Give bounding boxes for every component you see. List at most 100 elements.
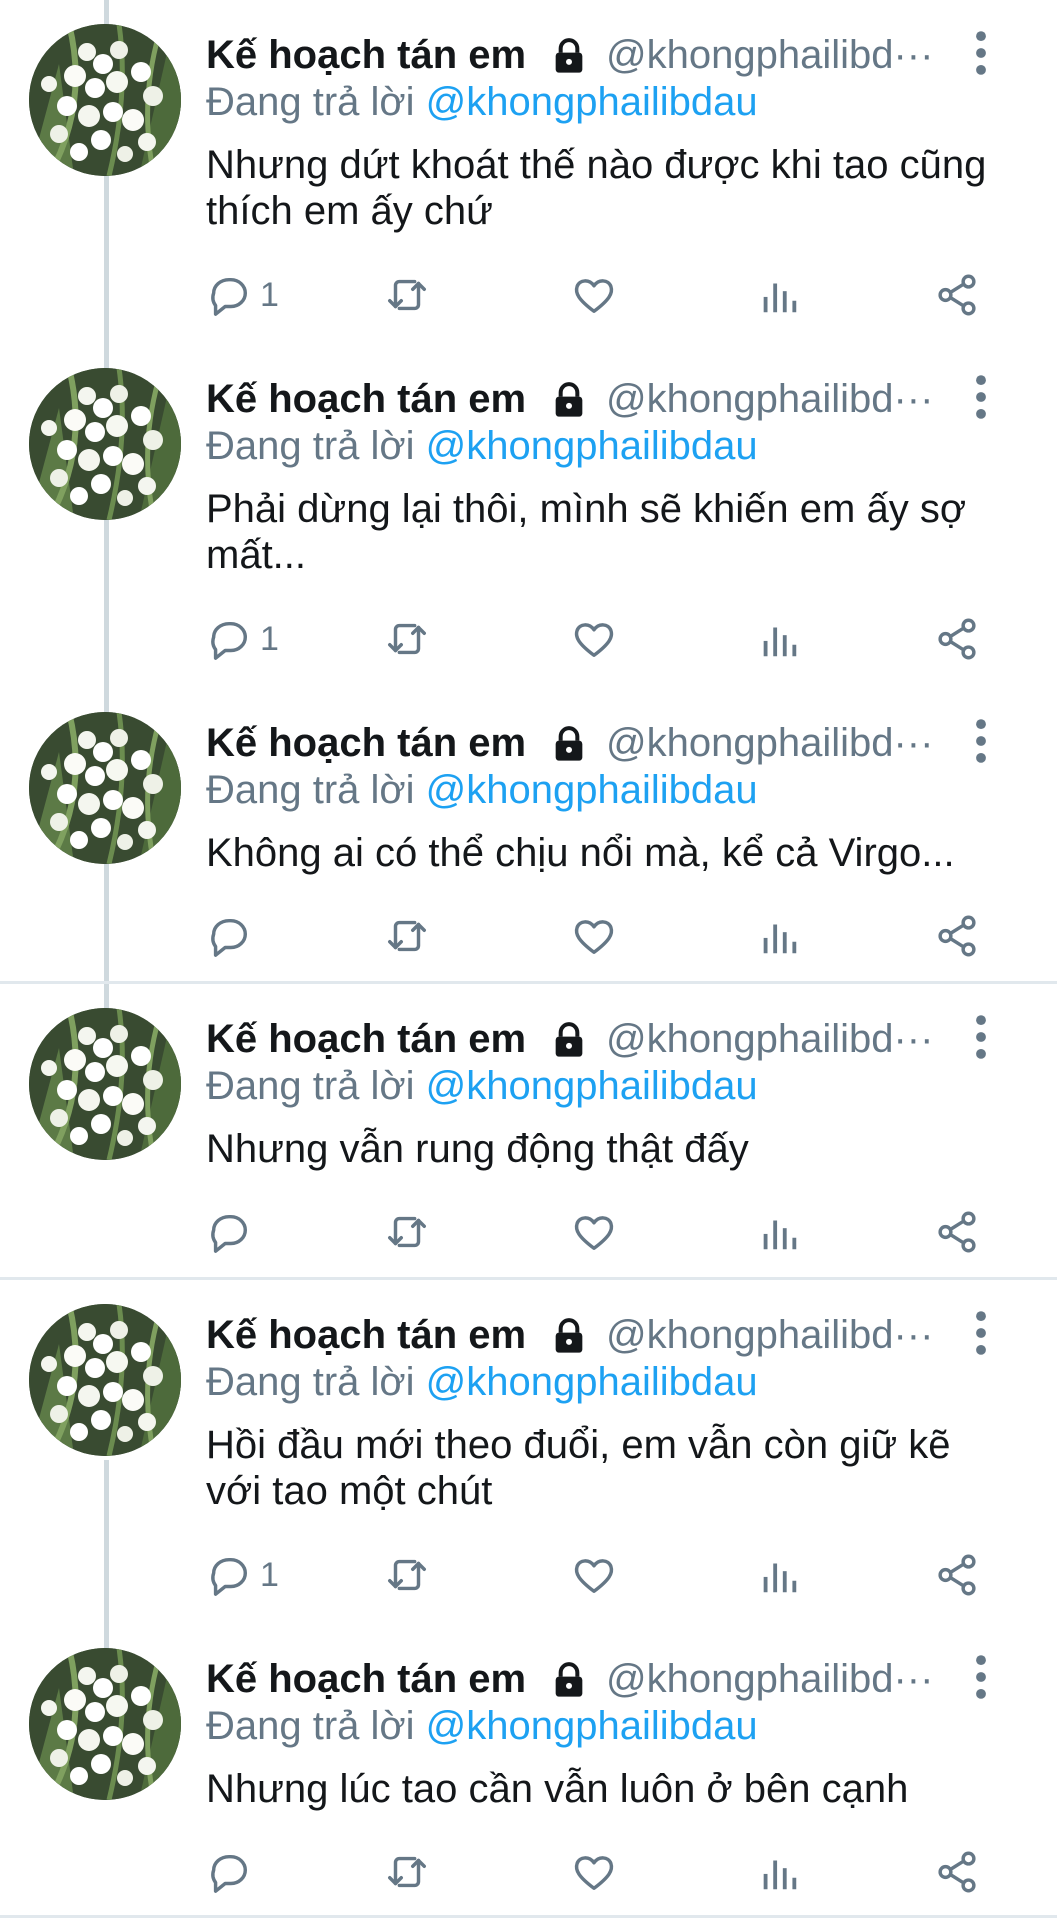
heart-icon <box>574 279 614 314</box>
share-button[interactable] <box>934 609 980 669</box>
reply-count: 1 <box>260 1555 279 1594</box>
retweet-icon <box>388 1856 426 1888</box>
more-vertical-icon[interactable] <box>966 374 996 420</box>
share-button[interactable] <box>934 265 980 325</box>
heart-icon <box>574 623 614 658</box>
retweet-icon <box>388 920 426 952</box>
retweet-button[interactable] <box>384 609 430 669</box>
like-button[interactable] <box>571 906 617 966</box>
author-name[interactable]: Kế hoạch tán em <box>206 1308 526 1362</box>
analytics-icon <box>763 924 797 954</box>
reply-to-handle[interactable]: @khongphailibdau <box>426 1064 758 1108</box>
reply-icon <box>211 621 248 660</box>
retweet-button[interactable] <box>384 265 430 325</box>
avatar[interactable] <box>29 1008 181 1160</box>
avatar[interactable] <box>29 368 181 520</box>
lily-of-the-valley-avatar <box>29 1008 181 1160</box>
more-vertical-icon[interactable] <box>966 1014 996 1060</box>
reply-button[interactable]: 1 <box>206 609 279 669</box>
author-handle[interactable]: @khongphailibd··· <box>606 372 944 426</box>
share-icon <box>938 618 976 660</box>
reply-to-handle[interactable]: @khongphailibdau <box>426 768 758 812</box>
author-handle[interactable]: @khongphailibd··· <box>606 716 944 770</box>
reply-icon <box>211 277 248 316</box>
tweet-text: Phải dừng lại thôi, mình sẽ khiến em ấy … <box>206 487 967 577</box>
like-button[interactable] <box>571 1842 617 1902</box>
tweet-thread-feed: Kế hoạch tán em @khongphailibd··· Đang t… <box>0 0 1057 1920</box>
reply-button[interactable]: 1 <box>206 1545 279 1605</box>
reply-to-handle[interactable]: @khongphailibdau <box>426 80 758 124</box>
analytics-button[interactable] <box>756 609 802 669</box>
tweet-text: Hồi đầu mới theo đuổi, em vẫn còn giữ kẽ… <box>206 1423 951 1513</box>
tweet-text: Nhưng lúc tao cần vẫn luôn ở bên cạnh <box>206 1767 909 1811</box>
analytics-icon <box>763 627 797 657</box>
avatar[interactable] <box>29 712 181 864</box>
analytics-button[interactable] <box>756 1842 802 1902</box>
analytics-icon <box>763 283 797 313</box>
analytics-button[interactable] <box>756 265 802 325</box>
more-vertical-icon[interactable] <box>966 30 996 76</box>
share-icon <box>938 1211 976 1253</box>
like-button[interactable] <box>571 609 617 669</box>
analytics-button[interactable] <box>756 1545 802 1605</box>
avatar[interactable] <box>29 1648 181 1800</box>
share-icon <box>938 915 976 957</box>
divider <box>0 1915 1057 1918</box>
retweet-button[interactable] <box>384 1545 430 1605</box>
reply-button[interactable] <box>206 906 260 966</box>
reply-count: 1 <box>260 619 279 658</box>
avatar[interactable] <box>29 1304 181 1456</box>
like-button[interactable] <box>571 1545 617 1605</box>
lock-icon <box>553 382 585 419</box>
share-button[interactable] <box>934 1842 980 1902</box>
reply-button[interactable] <box>206 1202 260 1262</box>
reply-icon <box>211 1557 248 1596</box>
like-button[interactable] <box>571 1202 617 1262</box>
reply-to-handle[interactable]: @khongphailibdau <box>426 424 758 468</box>
lock-icon <box>553 1022 585 1059</box>
author-handle[interactable]: @khongphailibd··· <box>606 28 944 82</box>
replying-to: Đang trả lời @khongphailibdau <box>206 424 758 468</box>
reply-to-handle[interactable]: @khongphailibdau <box>426 1360 758 1404</box>
heart-icon <box>574 920 614 955</box>
reply-button[interactable] <box>206 1842 260 1902</box>
thread-line <box>104 1460 109 1660</box>
reply-icon <box>211 918 248 957</box>
author-handle[interactable]: @khongphailibd··· <box>606 1308 944 1362</box>
author-name[interactable]: Kế hoạch tán em <box>206 716 526 770</box>
analytics-icon <box>763 1563 797 1593</box>
lock-icon <box>553 1318 585 1355</box>
retweet-button[interactable] <box>384 1842 430 1902</box>
retweet-button[interactable] <box>384 1202 430 1262</box>
share-button[interactable] <box>934 906 980 966</box>
retweet-icon <box>388 1216 426 1248</box>
analytics-icon <box>763 1860 797 1890</box>
lock-icon <box>553 38 585 75</box>
analytics-button[interactable] <box>756 1202 802 1262</box>
share-button[interactable] <box>934 1202 980 1262</box>
replying-to: Đang trả lời @khongphailibdau <box>206 80 758 124</box>
reply-to-handle[interactable]: @khongphailibdau <box>426 1704 758 1748</box>
heart-icon <box>574 1856 614 1891</box>
reply-button[interactable]: 1 <box>206 265 279 325</box>
lily-of-the-valley-avatar <box>29 1304 181 1456</box>
avatar[interactable] <box>29 24 181 176</box>
more-vertical-icon[interactable] <box>966 1654 996 1700</box>
author-handle[interactable]: @khongphailibd··· <box>606 1652 944 1706</box>
author-name[interactable]: Kế hoạch tán em <box>206 1652 526 1706</box>
author-name[interactable]: Kế hoạch tán em <box>206 28 526 82</box>
divider <box>0 981 1057 984</box>
analytics-button[interactable] <box>756 906 802 966</box>
heart-icon <box>574 1216 614 1251</box>
author-handle[interactable]: @khongphailibd··· <box>606 1012 944 1066</box>
author-name[interactable]: Kế hoạch tán em <box>206 372 526 426</box>
more-vertical-icon[interactable] <box>966 718 996 764</box>
more-vertical-icon[interactable] <box>966 1310 996 1356</box>
author-name[interactable]: Kế hoạch tán em <box>206 1012 526 1066</box>
like-button[interactable] <box>571 265 617 325</box>
share-icon <box>938 274 976 316</box>
reply-count: 1 <box>260 275 279 314</box>
share-button[interactable] <box>934 1545 980 1605</box>
lily-of-the-valley-avatar <box>29 712 181 864</box>
retweet-button[interactable] <box>384 906 430 966</box>
